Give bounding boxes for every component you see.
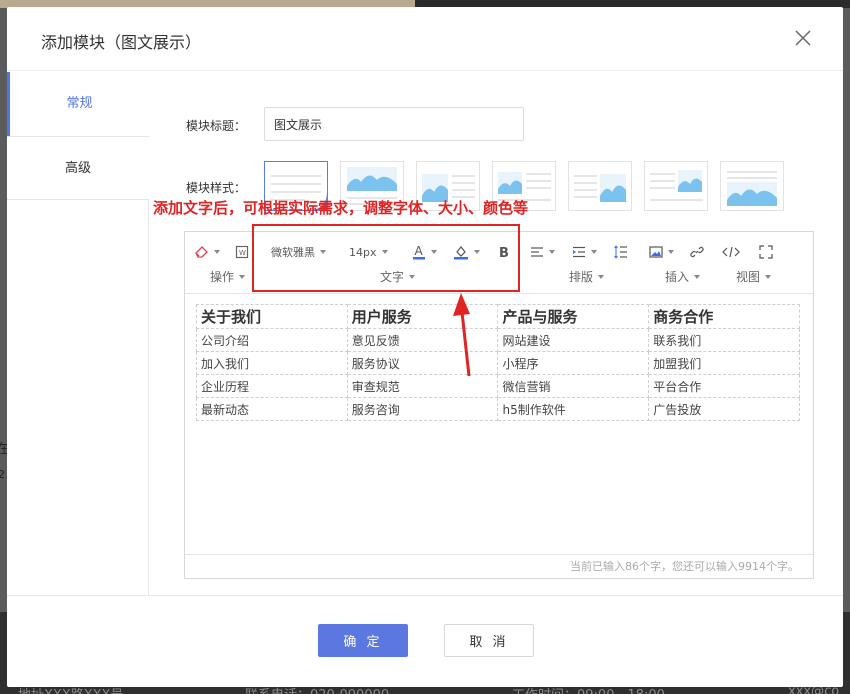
style-option-5[interactable]: [568, 161, 632, 211]
table-cell: 广告投放: [648, 397, 800, 421]
table-cell: 审查规范: [346, 374, 499, 398]
link-icon: [690, 246, 704, 258]
table-cell: 平台合作: [648, 374, 800, 398]
image-button[interactable]: [649, 243, 674, 261]
link-button[interactable]: [690, 243, 704, 261]
sidebar-item-general[interactable]: 常规: [7, 72, 149, 136]
image-icon: [649, 246, 663, 258]
align-icon: [531, 247, 543, 257]
module-title-label: 模块标题：: [186, 119, 247, 133]
table-cell: 联系我们: [648, 328, 800, 352]
module-title-input[interactable]: [264, 107, 524, 141]
table-cell: 最新动态: [196, 397, 348, 421]
operate-group[interactable]: 操作: [210, 268, 246, 285]
dialog-footer-divider: [7, 595, 843, 596]
annotation-highlight-box: [252, 224, 520, 292]
table-cell: 加入我们: [196, 351, 348, 375]
indent-button[interactable]: [572, 243, 597, 261]
table-row: 公司介绍 意见反馈 网站建设 联系我们: [196, 328, 800, 352]
layout-group[interactable]: 排版: [569, 268, 605, 285]
fullscreen-icon: [759, 245, 773, 259]
background-text-2: 2: [0, 468, 5, 481]
sidebar-item-label: 高级: [64, 161, 91, 176]
close-icon[interactable]: [792, 27, 814, 49]
insert-group[interactable]: 插入: [665, 268, 701, 285]
table-header-cell: 用户服务: [346, 304, 499, 329]
table-cell: 加盟我们: [648, 351, 800, 375]
code-button[interactable]: [722, 243, 740, 261]
operate-group-label: 操作: [210, 270, 235, 284]
style-option-7[interactable]: [720, 161, 784, 211]
table-cell: 企业历程: [196, 374, 348, 398]
view-group-label: 视图: [736, 270, 761, 284]
table-header-cell: 商务合作: [648, 304, 800, 329]
table-cell: 微信营销: [497, 374, 650, 398]
word-counter: 当前已输入86个字，您还可以输入9914个字。: [185, 554, 813, 578]
indent-icon: [573, 246, 585, 258]
table-row: 加入我们 服务协议 小程序 加盟我们: [196, 351, 800, 375]
table-row: 最新动态 服务咨询 h5制作软件 广告投放: [196, 397, 800, 421]
style-preview-image-right-icon: [574, 174, 626, 202]
format-button[interactable]: W: [235, 243, 249, 261]
sidebar-item-advanced[interactable]: 高级: [7, 136, 149, 200]
editor-content[interactable]: 关于我们 用户服务 产品与服务 商务合作 公司介绍 意见反馈 网站建设 联系我们…: [196, 304, 802, 421]
module-style-label: 模块样式：: [186, 181, 247, 195]
confirm-button[interactable]: 确 定: [318, 624, 408, 657]
layout-group-label: 排版: [569, 270, 594, 284]
view-group[interactable]: 视图: [736, 268, 772, 285]
style-preview-image-right-small-icon: [650, 170, 703, 201]
insert-group-label: 插入: [665, 270, 690, 284]
line-height-button[interactable]: [614, 243, 628, 261]
table-header-cell: 产品与服务: [497, 304, 650, 329]
cancel-button[interactable]: 取 消: [444, 624, 534, 657]
table-cell: 公司介绍: [196, 328, 348, 352]
eraser-button[interactable]: [193, 243, 220, 261]
add-module-dialog: 添加模块（图文展示） 常规 高级 模块标题： 模块样式：: [7, 7, 843, 687]
style-preview-image-bottom-icon: [727, 171, 777, 206]
format-icon: W: [235, 245, 249, 259]
dialog-title: 添加模块（图文展示）: [41, 33, 202, 52]
table-header-row: 关于我们 用户服务 产品与服务 商务合作: [196, 304, 800, 329]
table-cell: 意见反馈: [346, 328, 499, 352]
sidebar-item-label: 常规: [66, 96, 93, 111]
eraser-icon: [195, 246, 208, 258]
annotation-text: 添加文字后，可根据实际需求，调整字体、大小、颜色等: [153, 199, 529, 217]
svg-text:W: W: [239, 249, 246, 257]
table-cell: 服务协议: [346, 351, 499, 375]
table-header-cell: 关于我们: [196, 304, 348, 329]
content-table: 关于我们 用户服务 产品与服务 商务合作 公司介绍 意见反馈 网站建设 联系我们…: [196, 304, 800, 421]
line-height-icon: [614, 245, 627, 259]
style-option-6[interactable]: [644, 161, 708, 211]
table-cell: 小程序: [497, 351, 650, 375]
table-row: 企业历程 审查规范 微信营销 平台合作: [196, 374, 800, 398]
table-cell: 服务咨询: [346, 397, 499, 421]
align-button[interactable]: [530, 243, 555, 261]
table-cell: h5制作软件: [497, 397, 650, 421]
fullscreen-button[interactable]: [759, 243, 773, 261]
table-cell: 网站建设: [497, 328, 650, 352]
dialog-header: 添加模块（图文展示）: [7, 7, 843, 71]
dialog-sidebar: 常规 高级: [7, 72, 149, 595]
code-icon: [722, 246, 740, 258]
